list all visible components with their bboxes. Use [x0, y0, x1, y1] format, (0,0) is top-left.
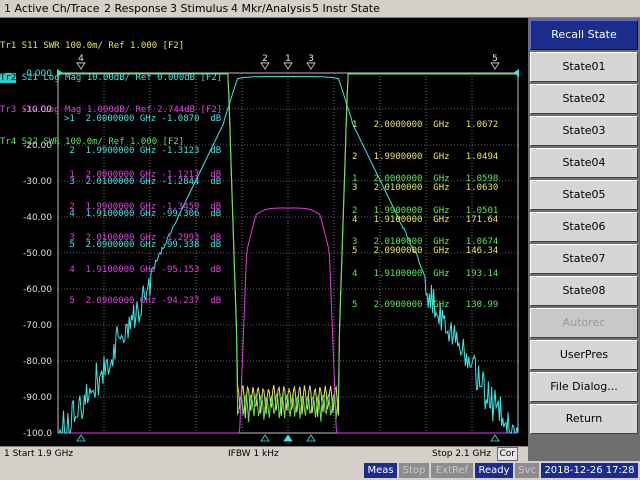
marker-flag-label: 5: [492, 54, 498, 64]
menu-mkr-analysis[interactable]: 4 Mkr/Analysis: [231, 0, 311, 17]
softkey-recall-state: Recall State: [530, 20, 638, 50]
menu-bar: 1 Active Ch/Trace 2 Response 3 Stimulus …: [0, 0, 640, 18]
marker-row: 5 2.0900000 GHz 130.99: [352, 300, 499, 310]
trace-1-label[interactable]: Tr1 S11 SWR 100.0m/ Ref 1.000 [F2]: [0, 41, 222, 52]
softkey-state05[interactable]: State05: [530, 180, 638, 210]
ready-indicator: Ready: [475, 463, 513, 478]
ref-arrow-right: [513, 69, 519, 77]
stimulus-marker: [306, 434, 316, 442]
menu-instr-state[interactable]: 5 Instr State: [312, 0, 380, 17]
channel-status-bar: 1 Start 1.9 GHz IFBW 1 kHz Stop 2.1 GHz …: [0, 446, 528, 462]
softkey-state03[interactable]: State03: [530, 116, 638, 146]
marker-row: 4 1.9100000 GHz 193.14: [352, 268, 499, 279]
stimulus-marker: [490, 434, 500, 442]
meas-indicator: Meas: [364, 463, 397, 478]
marker-row: 3 2.0100000 GHz -1.2993 dB: [64, 233, 222, 243]
menu-stimulus[interactable]: 3 Stimulus: [170, 0, 228, 17]
y-tick-label: -40.00: [23, 213, 52, 223]
softkey-state08[interactable]: State08: [530, 276, 638, 306]
marker-table-s12: 1 2.0000000 GHz -1.1217 dB 2 1.9900000 G…: [64, 149, 221, 328]
marker-row: >1 2.0000000 GHz -1.0870 dB: [64, 114, 222, 124]
y-tick-label: -50.00: [23, 249, 52, 259]
softkey-state06[interactable]: State06: [530, 212, 638, 242]
menu-response[interactable]: 2 Response: [104, 0, 167, 17]
marker-row: 2 1.9900000 GHz -1.3459 dB: [64, 201, 222, 212]
softkey-panel: Recall State State01 State02 State03 Sta…: [528, 18, 640, 461]
marker-flag-label: 2: [262, 54, 268, 64]
stop-indicator: Stop: [399, 463, 429, 478]
y-tick-label: -90.00: [23, 393, 52, 403]
marker-row: 2 1.9900000 GHz 1.0501: [352, 205, 499, 216]
softkey-state04[interactable]: State04: [530, 148, 638, 178]
start-frequency[interactable]: 1 Start 1.9 GHz: [4, 447, 73, 461]
softkey-state02[interactable]: State02: [530, 84, 638, 114]
marker-row: 3 2.0100000 GHz 1.0674: [352, 237, 499, 247]
correction-indicator: Cor: [496, 447, 518, 461]
stop-frequency[interactable]: Stop 2.1 GHz: [432, 447, 491, 461]
stimulus-marker: [76, 434, 86, 442]
ifbw[interactable]: IFBW 1 kHz: [228, 447, 279, 461]
softkey-state01[interactable]: State01: [530, 52, 638, 82]
marker-table-s22: 1 2.0000000 GHz 1.0598 2 1.9900000 GHz 1…: [352, 153, 498, 332]
extref-indicator: ExtRef: [431, 463, 473, 478]
softkey-autorec[interactable]: Autorec: [530, 308, 638, 338]
menu-active-ch-trace[interactable]: 1 Active Ch/Trace: [4, 0, 100, 17]
marker-flag-label: 3: [308, 54, 314, 64]
y-tick-label: -80.00: [23, 357, 52, 367]
svc-indicator: Svc: [515, 463, 539, 478]
instrument-status-bar: Meas Stop ExtRef Ready Svc 2018-12-26 17…: [0, 461, 640, 480]
y-tick-label: -60.00: [23, 285, 52, 295]
softkey-state07[interactable]: State07: [530, 244, 638, 274]
marker-row: 1 2.0000000 GHz -1.1217 dB: [64, 170, 222, 180]
softkey-return[interactable]: Return: [530, 404, 638, 434]
trace-2-text: S21 Log Mag 10.00dB/ Ref 0.000dB [F2]: [21, 72, 223, 83]
marker-row: 1 2.0000000 GHz 1.0672: [352, 120, 499, 130]
stimulus-marker: [260, 434, 270, 442]
trace-2-label[interactable]: Tr2 S21 Log Mag 10.00dB/ Ref 0.000dB [F2…: [0, 72, 223, 84]
marker-flag-label: 1: [285, 54, 291, 64]
marker-row: 1 2.0000000 GHz 1.0598: [352, 174, 499, 184]
y-tick-label: -70.00: [23, 321, 52, 331]
softkey-file-dialog[interactable]: File Dialog...: [530, 372, 638, 402]
y-tick-label: -100.0: [23, 429, 52, 439]
y-tick-label: -30.00: [23, 177, 52, 187]
trace-2-active-tag: Tr2: [0, 72, 17, 83]
measurement-screen[interactable]: 0.000 -10.00 -20.00 -30.00 -40.00 -50.00 -60.0…: [0, 18, 528, 446]
softkey-userpres[interactable]: UserPres: [530, 340, 638, 370]
date-time: 2018-12-26 17:28: [541, 463, 638, 478]
marker-row: 4 1.9100000 GHz -95.153 dB: [64, 264, 222, 275]
marker-row: 5 2.0900000 GHz -94.237 dB: [64, 296, 222, 306]
stimulus-marker: [283, 434, 293, 442]
